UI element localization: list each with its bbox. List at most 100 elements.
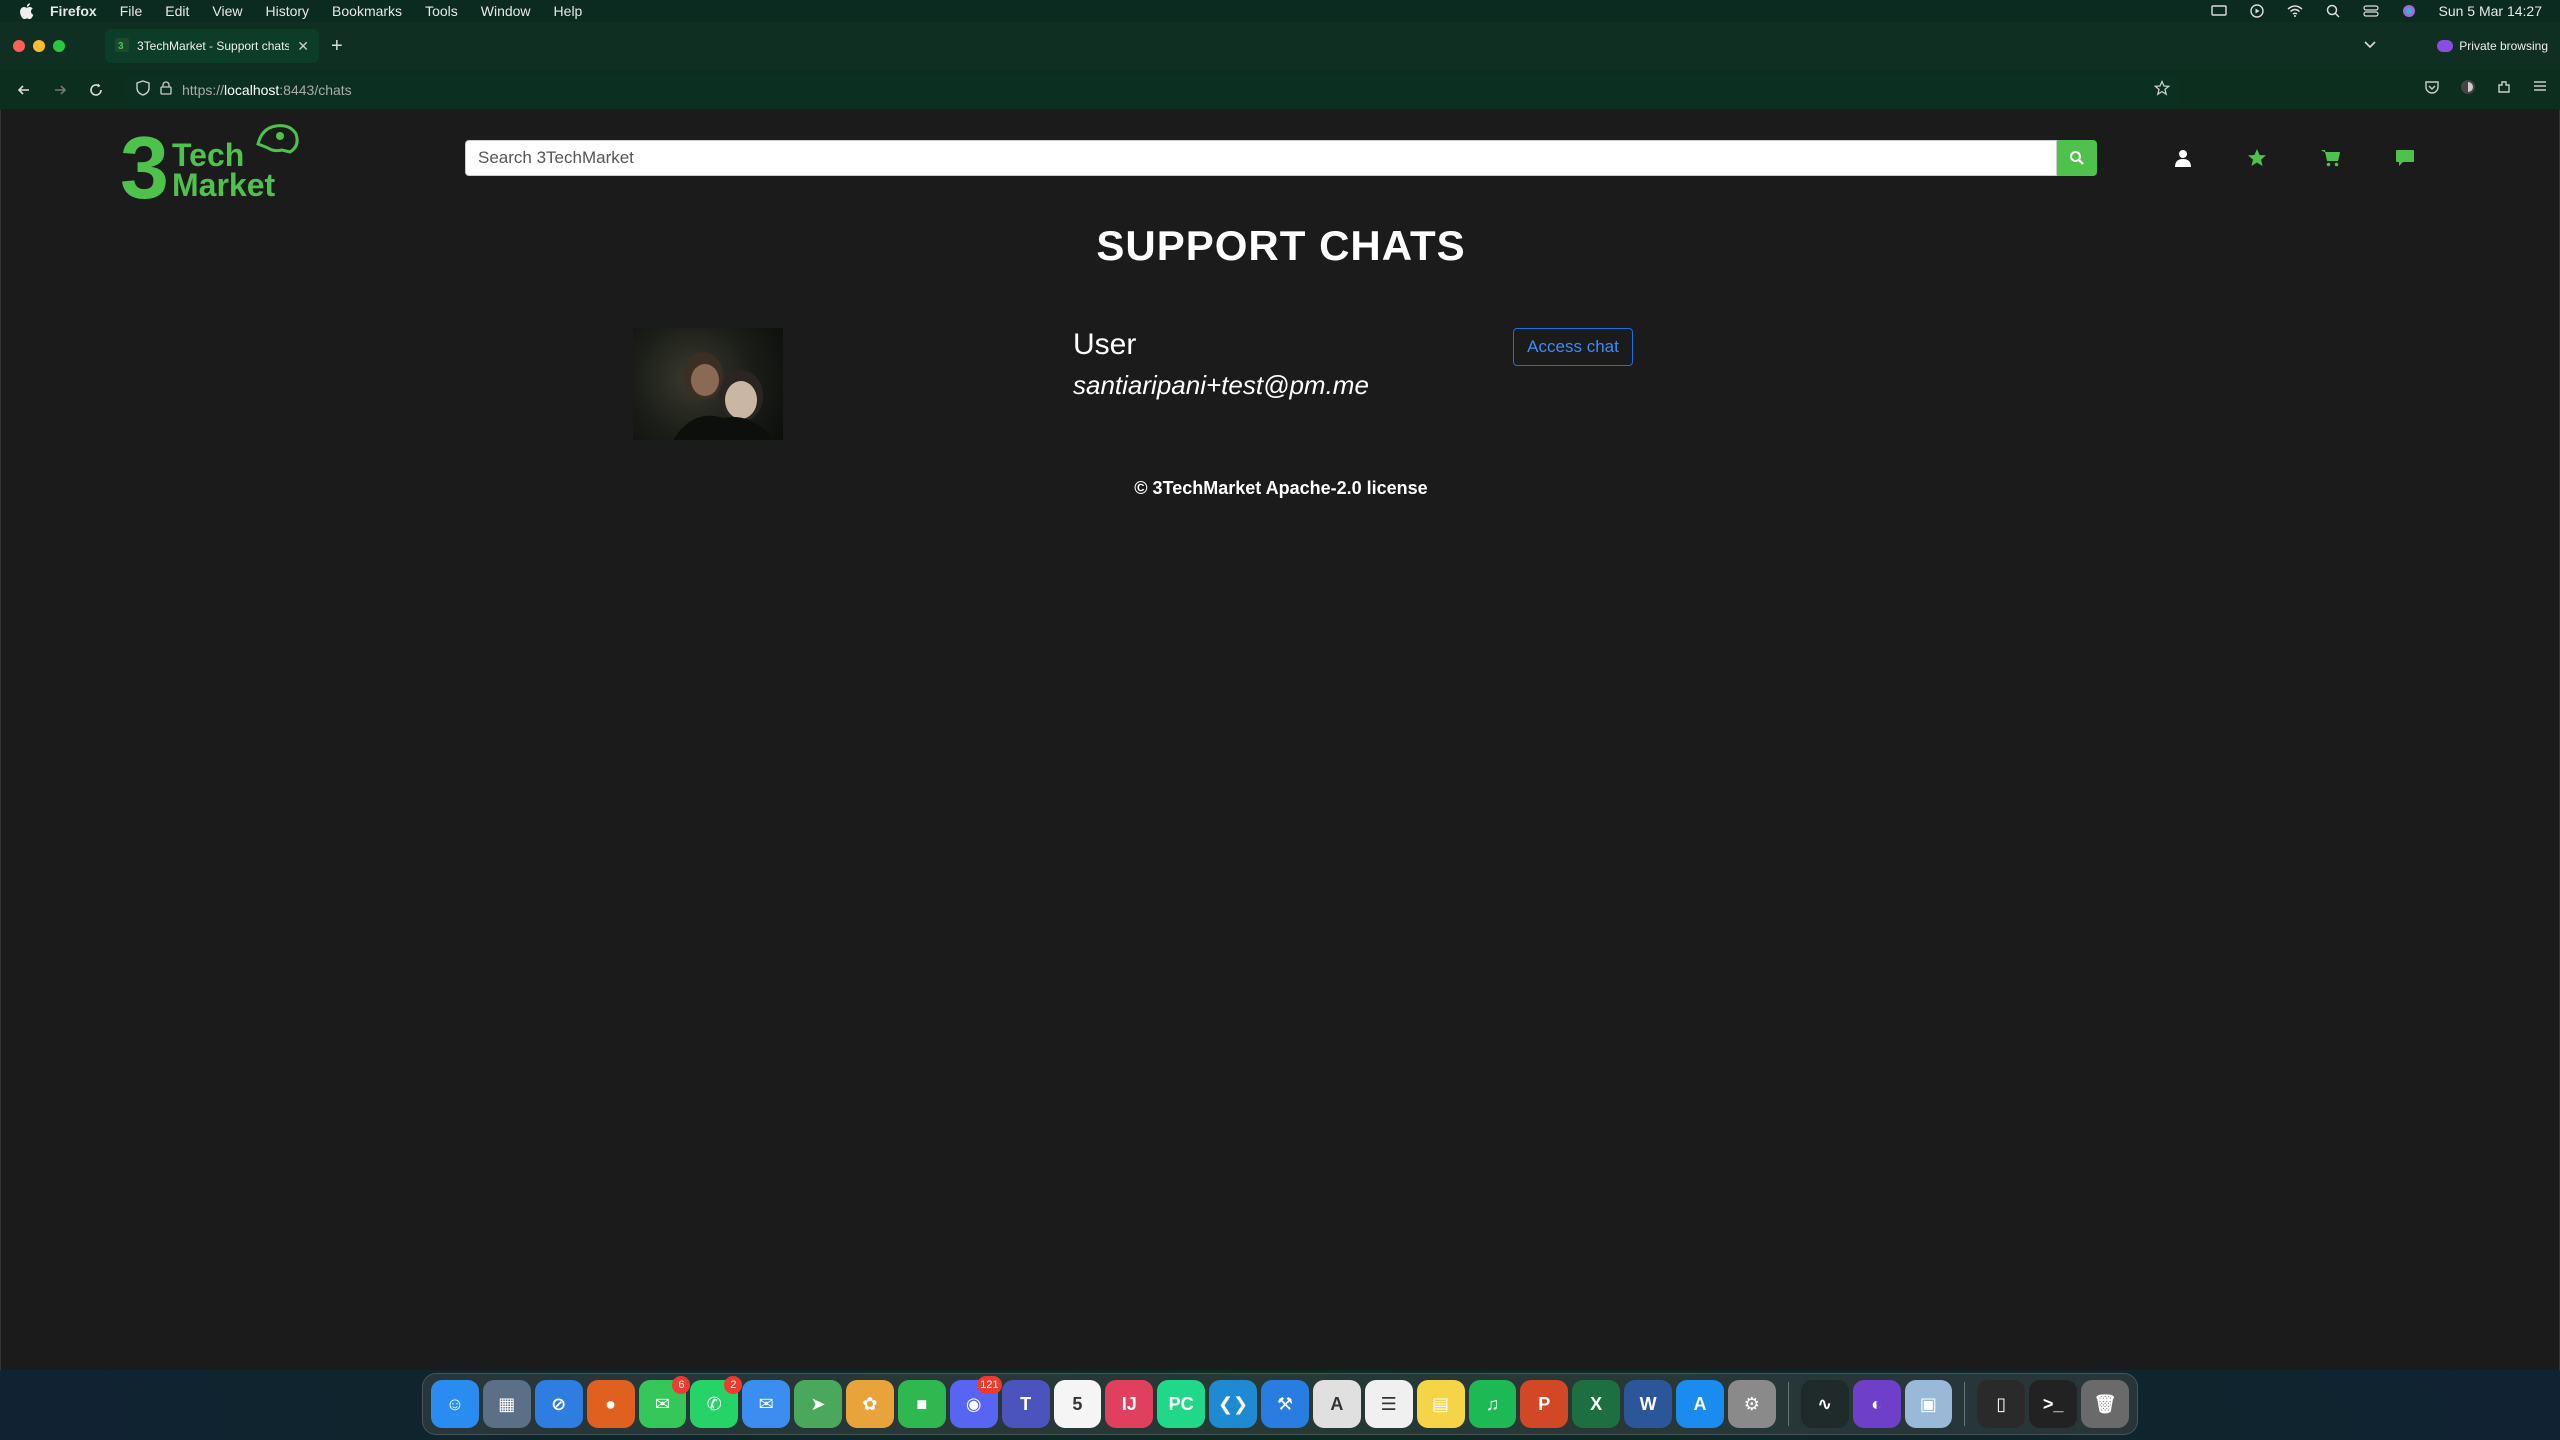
close-window-button[interactable] [13, 40, 25, 52]
dock-messages-icon[interactable]: ✉ 6 [638, 1376, 691, 1428]
list-all-tabs-icon[interactable] [2363, 39, 2377, 53]
dock-pycharm-icon[interactable]: PC [1157, 1380, 1206, 1428]
account-icon[interactable] [2460, 79, 2476, 100]
dock-activity-monitor-icon[interactable]: ∿ [1800, 1380, 1849, 1428]
bookmark-star-icon[interactable] [2153, 79, 2171, 99]
dock-photos-icon[interactable]: ✿ [846, 1380, 894, 1428]
private-browsing-indicator: Private browsing [2437, 39, 2548, 53]
siri-icon[interactable] [2400, 4, 2418, 18]
dock-document-icon[interactable]: ▯ [1977, 1380, 2026, 1428]
browser-navbar: https://localhost:8443/chats [0, 70, 2560, 110]
url-bar[interactable]: https://localhost:8443/chats [126, 74, 2180, 105]
search-bar [465, 140, 2097, 176]
dock-github-desktop-icon[interactable]: ◐ [1852, 1380, 1901, 1428]
url-host: localhost [224, 81, 280, 98]
cart-icon[interactable] [2319, 146, 2343, 170]
search-icon [2070, 151, 2084, 165]
menu-bookmarks[interactable]: Bookmarks [332, 3, 402, 19]
url-prefix: https:// [182, 81, 225, 98]
menu-file[interactable]: File [120, 3, 143, 19]
tab-title: 3TechMarket - Support chats [137, 39, 290, 53]
dock-xcode-icon[interactable]: ⚒ [1261, 1380, 1309, 1428]
dock-spotify-icon[interactable]: ♫ [1468, 1380, 1517, 1428]
back-button[interactable] [6, 76, 42, 104]
dock-word-icon[interactable]: W [1624, 1380, 1672, 1428]
dock-settings-icon[interactable]: ⚙ [1727, 1380, 1776, 1428]
dock-launchpad-icon[interactable]: ▦ [482, 1380, 531, 1428]
tracking-protection-icon[interactable] [136, 80, 150, 99]
browser-tabstrip: 3 3TechMarket - Support chats ✕ + Privat… [0, 22, 2560, 70]
dock-powerpoint-icon[interactable]: P [1520, 1380, 1569, 1428]
wifi-icon[interactable] [2286, 4, 2304, 18]
dock-whatsapp-icon[interactable]: ✆ 2 [690, 1376, 743, 1428]
menu-help[interactable]: Help [554, 3, 583, 19]
private-mask-icon [2437, 40, 2454, 52]
url-text[interactable]: https://localhost:8443/chats [182, 82, 2144, 98]
macos-dock: ☺ ▦ ⊘ ● ✉ 6 ✆ 2 ✉ ➤ ✿ ■ ◉ 121 T 5 IJ PC ❮❯ ⚒ A ☰ ▤ ♫ P X W A ⚙ ∿ ◐ ▣ ▯ >_… [422, 1373, 2138, 1435]
menu-window[interactable]: Window [481, 3, 531, 19]
avatar [633, 328, 783, 440]
menu-edit[interactable]: Edit [165, 3, 189, 19]
private-browsing-label: Private browsing [2459, 39, 2548, 53]
dock-appstore-icon[interactable]: A [1676, 1380, 1724, 1428]
dock-excel-icon[interactable]: X [1572, 1380, 1621, 1428]
menu-app-firefox[interactable]: Firefox [50, 3, 97, 19]
pocket-icon[interactable] [2424, 79, 2440, 100]
dock-discord-icon[interactable]: ◉ 121 [949, 1376, 1002, 1428]
dock-preview-icon[interactable]: ▣ [1904, 1380, 1953, 1428]
dock-badge: 2 [724, 1376, 743, 1394]
chat-card: User santiaripani+test@pm.me Access chat [633, 328, 1633, 448]
dock-maps-icon[interactable]: ➤ [794, 1380, 842, 1428]
dock-vscode-icon[interactable]: ❮❯ [1209, 1380, 1257, 1428]
menu-tools[interactable]: Tools [425, 3, 458, 19]
tab-support-chats[interactable]: 3 3TechMarket - Support chats ✕ [105, 29, 319, 63]
dock-facetime-icon[interactable]: ■ [897, 1380, 946, 1428]
minimize-window-button[interactable] [33, 40, 45, 52]
dock-notes-icon[interactable]: ▤ [1416, 1380, 1465, 1428]
reload-button[interactable] [78, 76, 114, 104]
close-tab-icon[interactable]: ✕ [297, 38, 309, 55]
svg-text:3: 3 [118, 41, 124, 52]
extensions-icon[interactable] [2496, 79, 2512, 100]
app-menu-icon[interactable] [2532, 79, 2548, 100]
forward-button[interactable] [42, 76, 78, 104]
dock-reminders-icon[interactable]: ☰ [1364, 1380, 1413, 1428]
search-input[interactable] [465, 140, 2057, 176]
page-content: 3 Tech Market SUPPORT CHATS Us [0, 110, 2560, 1370]
dock-firefox-icon[interactable]: ● [586, 1380, 635, 1428]
search-button[interactable] [2057, 140, 2097, 176]
dock-badge: 121 [977, 1376, 1002, 1394]
favorites-star-icon[interactable] [2245, 146, 2269, 170]
dock-mail-icon[interactable]: ✉ [742, 1380, 791, 1428]
dock-terminal-icon[interactable]: >_ [2029, 1380, 2078, 1428]
page-footer: © 3TechMarket Apache-2.0 license [1134, 478, 1428, 498]
macos-menubar: Firefox File Edit View History Bookmarks… [0, 0, 2560, 22]
play-icon[interactable] [2248, 4, 2266, 18]
chat-user-name: User [1073, 328, 1137, 361]
dock-intellij-icon[interactable]: IJ [1105, 1380, 1154, 1428]
tab-favicon-icon: 3 [115, 37, 129, 55]
dock-separator [1964, 1382, 1966, 1426]
dock-calendar-icon[interactable]: 5 [1053, 1380, 1102, 1428]
dock-teams-icon[interactable]: T [1001, 1380, 1050, 1428]
zoom-window-button[interactable] [53, 40, 65, 52]
new-tab-button[interactable]: + [331, 35, 343, 58]
menu-view[interactable]: View [212, 3, 242, 19]
dock-finder-icon[interactable]: ☺ [431, 1380, 479, 1428]
control-center-icon[interactable] [2362, 4, 2380, 18]
dock-badge: 6 [672, 1376, 691, 1394]
lock-icon[interactable] [160, 81, 172, 98]
dock-safari-icon[interactable]: ⊘ [534, 1380, 583, 1428]
spotlight-search-icon[interactable] [2324, 4, 2342, 18]
dock-textedit-icon[interactable]: A [1312, 1380, 1361, 1428]
display-icon[interactable] [2210, 4, 2228, 18]
chat-icon[interactable] [2393, 146, 2417, 170]
access-chat-button[interactable]: Access chat [1513, 328, 1633, 366]
3techmarket-logo[interactable]: 3 Tech Market [120, 118, 304, 217]
user-icon[interactable] [2171, 146, 2195, 170]
page-title: SUPPORT CHATS [1096, 222, 1466, 269]
apple-icon[interactable] [20, 3, 36, 19]
dock-trash-icon[interactable]: 🗑 [2081, 1380, 2129, 1428]
menu-history[interactable]: History [265, 3, 309, 19]
menubar-clock[interactable]: Sun 5 Mar 14:27 [2438, 3, 2542, 19]
